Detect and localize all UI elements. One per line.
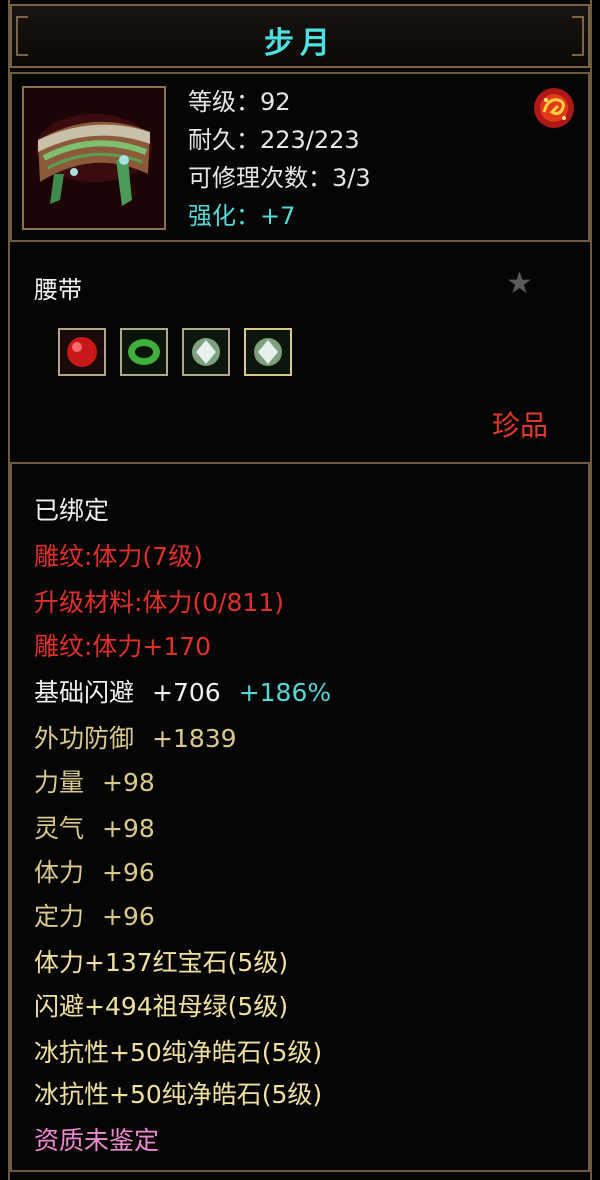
spirit-attr: 灵气 +98 [34,814,155,844]
aptitude-status: 资质未鉴定 [34,1126,160,1155]
gem-attr-2: 闪避+494祖母绿(5级) [34,992,289,1021]
strength-value: +98 [102,768,155,797]
engrave-level: 雕纹:体力(7级) [34,542,203,571]
emerald-gem-icon[interactable] [120,328,168,376]
stamina-label: 体力 [34,858,85,887]
focus-label: 定力 [34,902,85,931]
durability-stat: 耐久：223/223 [188,126,360,154]
repair-count-stat: 可修理次数：3/3 [188,164,371,192]
gem-attr-3: 冰抗性+50纯净皓石(5级) [34,1038,323,1067]
spirit-value: +98 [102,814,155,843]
dodge-value: +706 [152,678,221,707]
diamond-gem-icon[interactable] [244,328,292,376]
focus-value: +96 [102,902,155,931]
level-stat: 等级：92 [188,88,291,116]
defense-attr: 外功防御 +1839 [34,724,237,754]
stamina-attr: 体力 +96 [34,858,155,888]
defense-value: +1839 [152,724,237,753]
strength-attr: 力量 +98 [34,768,155,798]
bound-status: 已绑定 [34,496,110,525]
enhance-stat: 强化：+7 [188,202,296,230]
gem-attr-4: 冰抗性+50纯净皓石(5级) [34,1080,323,1109]
item-name: 步月 [264,26,336,61]
dragon-emblem-icon [532,86,576,130]
focus-attr: 定力 +96 [34,902,155,932]
item-type: 腰带 [34,276,82,304]
quality-grade: 珍品 [492,409,549,442]
title-bar: 步月 [10,4,590,68]
gem-attr-1: 体力+137红宝石(5级) [34,948,289,977]
strength-label: 力量 [34,768,85,797]
stamina-value: +96 [102,858,155,887]
dodge-label: 基础闪避 [34,678,135,707]
spirit-label: 灵气 [34,814,85,843]
dodge-extra: +186% [238,678,332,707]
engrave-bonus: 雕纹:体力+170 [34,632,212,661]
ruby-gem-icon[interactable] [58,328,106,376]
diamond-gem-icon[interactable] [182,328,230,376]
belt-icon[interactable] [22,86,166,230]
star-icon[interactable]: ★ [506,266,533,301]
defense-label: 外功防御 [34,724,135,753]
upgrade-material: 升级材料:体力(0/811) [34,588,284,617]
dodge-attr: 基础闪避 +706 +186% [34,678,331,708]
